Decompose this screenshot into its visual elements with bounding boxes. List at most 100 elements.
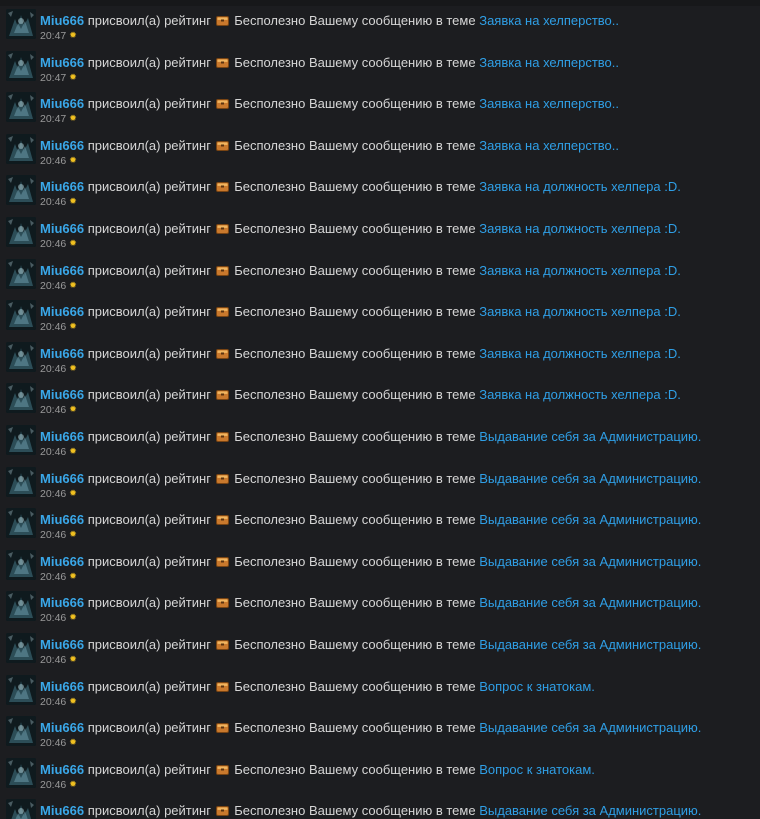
user-avatar[interactable] <box>6 92 36 123</box>
user-avatar[interactable] <box>6 217 36 247</box>
username-link[interactable]: Miu666 <box>40 429 84 444</box>
username-link[interactable]: Miu666 <box>40 179 84 194</box>
username-link[interactable]: Miu666 <box>40 679 84 694</box>
message-text: Вашему сообщению в теме <box>308 720 476 736</box>
rating-label: Бесполезно <box>234 179 306 195</box>
topic-link[interactable]: Заявка на должность хелпера :D. <box>479 179 681 194</box>
user-avatar[interactable] <box>6 175 36 206</box>
user-avatar[interactable] <box>6 508 36 539</box>
user-avatar[interactable] <box>6 425 36 455</box>
box-icon <box>215 596 229 609</box>
action-text: присвоил(а) рейтинг <box>87 387 211 403</box>
feed-item-message: Miu666 присвоил(а) рейтинг Бесполезно Ва… <box>40 263 681 278</box>
username-link[interactable]: Miu666 <box>40 803 84 818</box>
topic-link[interactable]: Заявка на должность хелпера :D. <box>479 387 681 402</box>
feed-item-message: Miu666 присвоил(а) рейтинг Бесполезно Ва… <box>40 429 701 444</box>
action-text: присвоил(а) рейтинг <box>87 429 211 444</box>
topic-link[interactable]: Вопрос к знатокам. <box>479 679 595 694</box>
user-avatar[interactable] <box>6 466 36 497</box>
star-icon: ✹ <box>69 154 77 165</box>
topic-link[interactable]: Выдавание себя за Администрацию. <box>479 429 701 444</box>
username-link[interactable]: Miu666 <box>40 762 84 777</box>
username-link[interactable]: Miu666 <box>40 471 84 486</box>
feed-item-meta: 20:46 ✹ <box>40 195 77 208</box>
user-avatar[interactable] <box>6 591 36 622</box>
user-avatar[interactable] <box>6 300 36 331</box>
user-avatar[interactable] <box>6 383 36 414</box>
topic-link[interactable]: Выдавание себя за Администрацию. <box>479 471 701 486</box>
topic-link[interactable]: Заявка на хелперство.. <box>479 13 619 28</box>
topic-link[interactable]: Выдавание себя за Администрацию. <box>479 595 701 610</box>
star-icon: ✹ <box>69 446 77 456</box>
topic-link[interactable]: Заявка на хелперство.. <box>479 55 619 70</box>
user-avatar[interactable] <box>6 757 36 788</box>
topic-link[interactable]: Выдавание себя за Администрацию. <box>479 803 701 818</box>
user-avatar[interactable] <box>6 50 36 81</box>
topic-link[interactable]: Вопрос к знатокам. <box>479 762 595 777</box>
topic-link[interactable]: Заявка на хелперство.. <box>479 96 619 111</box>
feed-item-meta: 20:46 ✹ <box>40 570 77 583</box>
feed-item-message: Miu666 присвоил(а) рейтинг Бесполезно Ва… <box>40 387 681 402</box>
message-text: Вашему сообщению в теме <box>308 96 476 112</box>
star-icon: ✹ <box>69 612 77 623</box>
message-text: Вашему сообщению в теме <box>308 54 476 70</box>
username-link[interactable]: Miu666 <box>40 96 84 111</box>
box-icon <box>215 56 229 68</box>
user-avatar[interactable] <box>6 341 36 372</box>
user-avatar[interactable] <box>6 258 36 289</box>
message-text: Вашему сообщению в теме <box>308 13 476 28</box>
rating-label: Бесполезно <box>234 387 306 403</box>
topic-link[interactable]: Заявка на хелперство.. <box>479 138 619 153</box>
topic-link[interactable]: Выдавание себя за Администрацию. <box>479 720 701 735</box>
box-icon <box>215 305 229 318</box>
topic-link[interactable]: Выдавание себя за Администрацию. <box>479 554 701 569</box>
user-avatar[interactable] <box>6 674 36 705</box>
rating-label: Бесполезно <box>234 262 306 278</box>
username-link[interactable]: Miu666 <box>40 304 84 319</box>
star-icon: ✹ <box>69 362 77 373</box>
rating-label: Бесполезно <box>234 54 306 70</box>
topic-link[interactable]: Заявка на должность хелпера :D. <box>479 263 681 278</box>
user-avatar[interactable] <box>6 9 36 39</box>
username-link[interactable]: Miu666 <box>40 512 84 527</box>
topic-link[interactable]: Заявка на должность хелпера :D. <box>479 304 681 319</box>
rating-label: Бесполезно <box>234 720 306 736</box>
rating-label: Бесполезно <box>234 512 306 528</box>
username-link[interactable]: Miu666 <box>40 221 84 236</box>
topic-link[interactable]: Выдавание себя за Администрацию. <box>479 637 701 652</box>
username-link[interactable]: Miu666 <box>40 263 84 278</box>
username-link[interactable]: Miu666 <box>40 637 84 652</box>
username-link[interactable]: Miu666 <box>40 595 84 610</box>
message-text: Вашему сообщению в теме <box>308 137 476 153</box>
user-avatar[interactable] <box>6 633 36 663</box>
box-icon <box>215 264 229 276</box>
username-link[interactable]: Miu666 <box>40 138 84 153</box>
feed-item-message: Miu666 присвоил(а) рейтинг Бесполезно Ва… <box>40 221 681 236</box>
username-link[interactable]: Miu666 <box>40 13 84 28</box>
feed-item: Miu666 присвоил(а) рейтинг Бесполезно Ва… <box>0 506 760 548</box>
feed-item: Miu666 присвоил(а) рейтинг Бесполезно Ва… <box>0 215 760 257</box>
box-icon <box>215 430 229 442</box>
rating-label: Бесполезно <box>234 470 306 486</box>
user-avatar[interactable] <box>6 799 36 819</box>
username-link[interactable]: Miu666 <box>40 346 84 361</box>
user-avatar[interactable] <box>6 133 36 164</box>
username-link[interactable]: Miu666 <box>40 387 84 402</box>
user-avatar[interactable] <box>6 549 36 580</box>
topic-link[interactable]: Заявка на должность хелпера :D. <box>479 346 681 361</box>
feed-item: Miu666 присвоил(а) рейтинг Бесполезно Ва… <box>0 548 760 590</box>
user-avatar[interactable] <box>6 716 36 747</box>
action-text: присвоил(а) рейтинг <box>87 54 211 70</box>
username-link[interactable]: Miu666 <box>40 554 84 569</box>
timestamp: 20:46 <box>40 612 67 625</box>
timestamp: 20:46 <box>40 362 67 375</box>
username-link[interactable]: Miu666 <box>40 720 84 735</box>
topic-link[interactable]: Выдавание себя за Администрацию. <box>479 512 701 527</box>
username-link[interactable]: Miu666 <box>40 55 84 70</box>
topic-link[interactable]: Заявка на должность хелпера :D. <box>479 221 681 236</box>
timestamp: 20:46 <box>40 238 67 250</box>
message-text: Вашему сообщению в теме <box>308 803 476 819</box>
star-icon: ✹ <box>69 778 77 789</box>
timestamp: 20:47 <box>40 113 67 126</box>
action-text: присвоил(а) рейтинг <box>87 761 211 777</box>
